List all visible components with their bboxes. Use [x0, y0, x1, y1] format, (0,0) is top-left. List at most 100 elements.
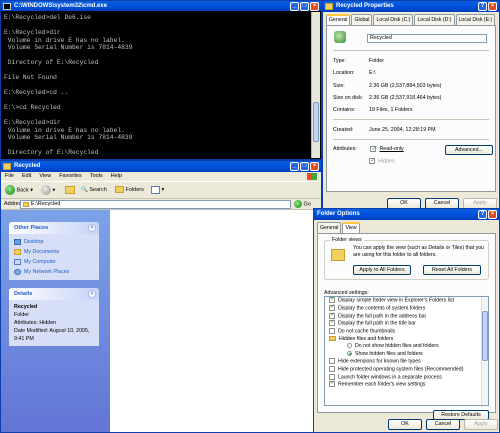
checkbox[interactable]	[329, 319, 335, 327]
location-row: Location: E:\	[333, 70, 376, 76]
advanced-setting-item[interactable]: Hide extensions for known file types	[325, 358, 488, 366]
advanced-setting-label: Display simple folder view in Explorer's…	[338, 297, 455, 304]
details-modified-time: 9:41 PM	[14, 336, 34, 342]
address-bar: Address E:\Recycled › Go	[1, 199, 321, 210]
menu-tools[interactable]: Tools	[90, 172, 103, 181]
search-icon: 🔍	[81, 187, 88, 193]
menu-view[interactable]: View	[39, 172, 51, 181]
checkbox[interactable]	[369, 157, 375, 164]
cmd-line	[4, 52, 309, 60]
advanced-setting-label: Show hidden files and folders	[355, 350, 423, 357]
minimize-button[interactable]: _	[290, 162, 299, 171]
checkbox[interactable]	[329, 328, 335, 335]
other-places-header[interactable]: Other Places ˄	[9, 222, 99, 234]
apply-to-all-folders-button[interactable]: Apply to All Folders	[353, 265, 411, 275]
advanced-setting-item[interactable]: Display the full path in the address bar	[325, 312, 488, 321]
other-places-desktop[interactable]: Desktop	[14, 237, 94, 247]
forward-button[interactable]: › ▾	[41, 185, 55, 195]
close-button[interactable]: ×	[488, 210, 497, 219]
folder-options-titlebar[interactable]: Folder Options ? ×	[314, 209, 499, 220]
other-places-my-documents[interactable]: My Documents	[14, 247, 94, 257]
view-panel: Folder views You can apply the view (suc…	[317, 233, 496, 420]
properties-title: Recycled Properties	[336, 3, 394, 9]
tab-general[interactable]: General	[317, 222, 342, 233]
views-button[interactable]: ▾	[151, 185, 164, 195]
name-field[interactable]: Recycled	[367, 34, 487, 43]
radio-button[interactable]	[347, 350, 352, 356]
menu-file[interactable]: File	[5, 172, 14, 181]
details-box: Details ˄ Recycled Folder Attributes: Hid…	[9, 288, 99, 346]
close-button[interactable]: ×	[488, 2, 497, 11]
advanced-setting-item[interactable]: Launch folder windows in a separate proc…	[325, 373, 488, 382]
tab-global[interactable]: Global	[351, 14, 373, 25]
cmd-line: Directory of E:\Recycled	[4, 59, 99, 66]
cmd-line	[4, 157, 309, 158]
other-places-my-network-places[interactable]: My Network Places	[14, 267, 94, 277]
ok-button[interactable]: OK	[388, 419, 422, 430]
readonly-checkbox[interactable]: Read-only	[370, 145, 404, 152]
collapse-icon[interactable]: ˄	[88, 290, 96, 298]
cmd-scrollbar[interactable]	[311, 12, 320, 158]
folder-views-icon	[331, 249, 345, 261]
advanced-setting-item[interactable]: Display simple folder view in Explorer's…	[325, 297, 488, 305]
advanced-button[interactable]: Advanced...	[445, 145, 493, 155]
scrollbar-thumb[interactable]	[482, 311, 488, 361]
search-button[interactable]: 🔍 Search	[81, 185, 107, 195]
my-documents-icon	[14, 248, 21, 255]
advanced-setting-label: Launch folder windows in a separate proc…	[338, 374, 442, 381]
checkbox[interactable]	[329, 373, 335, 380]
cmd-line: Volume in drive E has no label.	[4, 126, 125, 134]
folders-button[interactable]: Folders	[115, 185, 144, 195]
advanced-setting-item[interactable]: Hide protected operating system files (R…	[325, 365, 488, 374]
checkbox[interactable]	[329, 304, 335, 311]
maximize-button[interactable]: □	[300, 2, 309, 11]
apply-button[interactable]: Apply	[464, 419, 498, 430]
file-list-area[interactable]	[110, 210, 321, 432]
tab-local-disk-c[interactable]: Local Disk (C:)	[373, 14, 414, 25]
advanced-setting-item[interactable]: Do not cache thumbnails	[325, 328, 488, 336]
address-input[interactable]: E:\Recycled	[20, 200, 291, 209]
tab-local-disk-e[interactable]: Local Disk (E:)	[455, 14, 496, 25]
radio-button[interactable]	[347, 343, 352, 349]
advanced-setting-item[interactable]: Display the contents of system folders	[325, 304, 488, 313]
checkbox[interactable]	[329, 358, 335, 365]
hidden-checkbox[interactable]: Hidden	[369, 157, 395, 164]
cmd-titlebar[interactable]: C:\WINDOWS\system32\cmd.exe _ □ ×	[1, 1, 321, 11]
properties-titlebar[interactable]: Recycled Properties ? ×	[323, 1, 499, 12]
details-header[interactable]: Details ˄	[9, 288, 99, 300]
cancel-button[interactable]: Cancel	[426, 419, 460, 430]
collapse-icon[interactable]: ˄	[88, 224, 96, 232]
cmd-line	[4, 67, 309, 75]
up-folder-button[interactable]	[65, 185, 75, 195]
advanced-setting-item[interactable]: Show hidden files and folders	[325, 351, 488, 358]
cmd-line: File Not Found	[4, 74, 57, 81]
back-button[interactable]: ‹ Back ▾	[5, 185, 33, 195]
advanced-setting-item[interactable]: Remember each folder's view settings	[325, 380, 488, 389]
advanced-settings-list[interactable]: Display simple folder view in Explorer's…	[324, 296, 489, 406]
checkbox[interactable]	[329, 297, 335, 303]
checkbox[interactable]	[329, 365, 335, 372]
advanced-scrollbar[interactable]	[481, 297, 488, 405]
checkbox[interactable]	[370, 145, 377, 152]
checkbox[interactable]	[329, 380, 335, 388]
reset-all-folders-button[interactable]: Reset All Folders	[423, 265, 481, 275]
checkbox[interactable]	[329, 312, 335, 319]
cmd-output[interactable]: E:\Recycled>del De6.ise E:\Recycled>dir V…	[4, 14, 309, 157]
menu-edit[interactable]: Edit	[22, 172, 31, 181]
other-places-my-computer[interactable]: My Computer	[14, 257, 94, 267]
close-button[interactable]: ×	[310, 162, 319, 171]
minimize-button[interactable]: _	[290, 2, 299, 11]
maximize-button[interactable]: □	[300, 162, 309, 171]
help-button[interactable]: ?	[478, 2, 487, 11]
scrollbar-thumb[interactable]	[313, 102, 319, 142]
menu-favorites[interactable]: Favorites	[59, 172, 82, 181]
explorer-titlebar[interactable]: Recycled _ □ ×	[1, 161, 321, 172]
cmd-title: C:\WINDOWS\system32\cmd.exe	[14, 3, 108, 9]
tab-local-disk-d[interactable]: Local Disk (D:)	[414, 14, 455, 25]
help-button[interactable]: ?	[478, 210, 487, 219]
advanced-setting-item[interactable]: Do not show hidden files and folders	[325, 343, 488, 350]
menu-help[interactable]: Help	[111, 172, 122, 181]
advanced-setting-item[interactable]: Hidden files and folders	[325, 336, 488, 343]
advanced-setting-item[interactable]: Display the full path in the title bar	[325, 319, 488, 328]
close-button[interactable]: ×	[310, 2, 319, 11]
